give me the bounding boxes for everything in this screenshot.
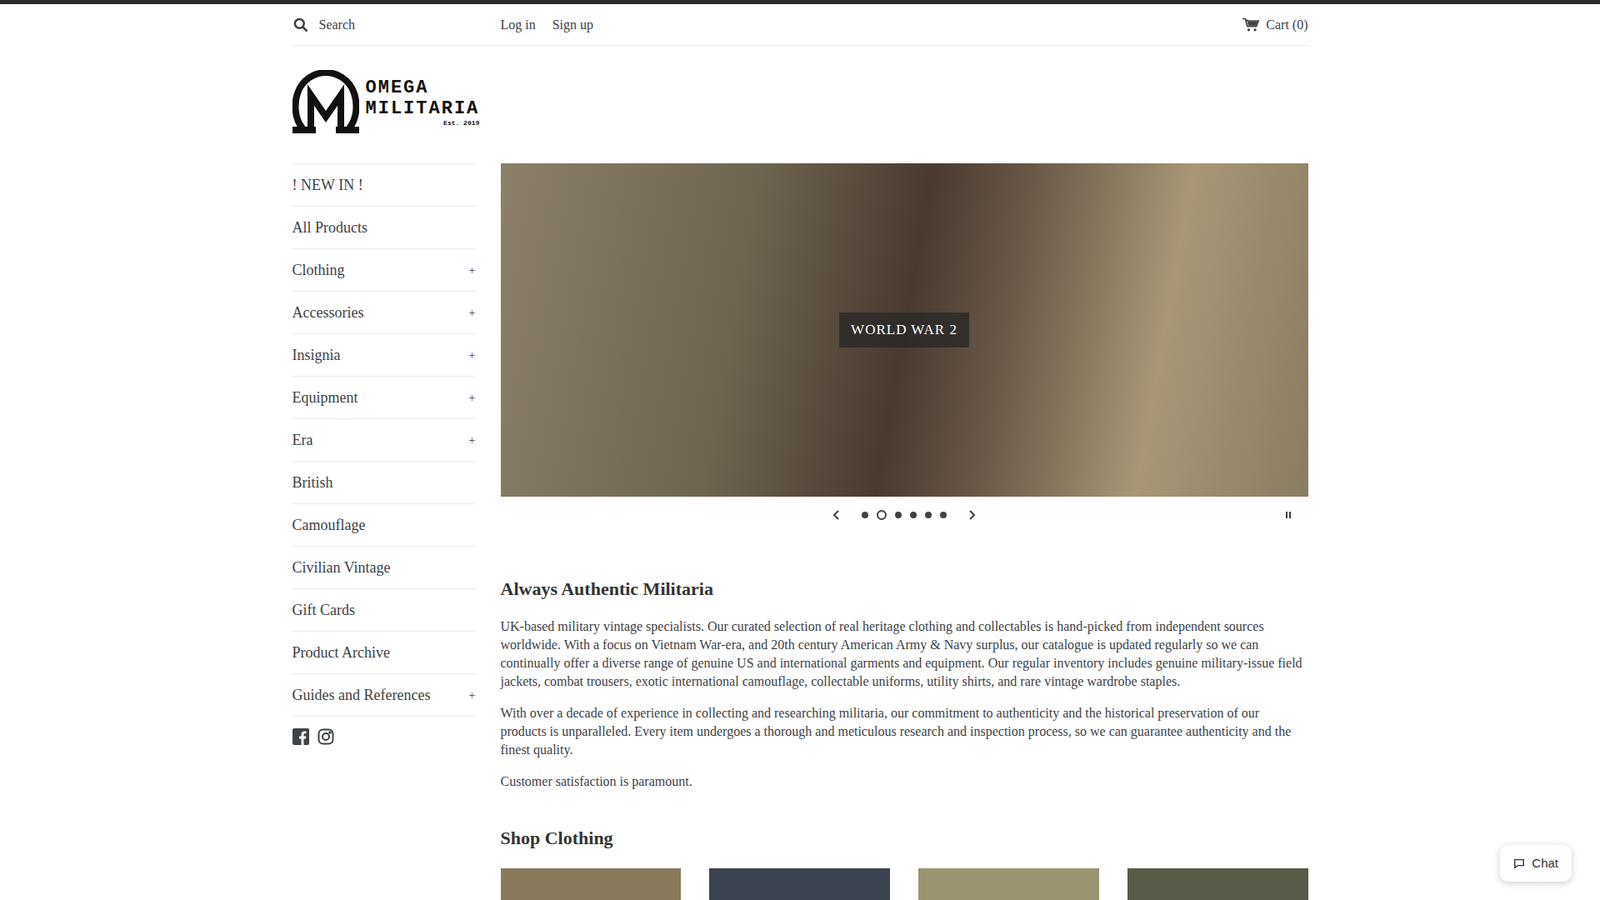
product-tile[interactable]	[709, 868, 890, 900]
sidebar-item[interactable]: ! NEW IN !	[292, 163, 476, 206]
search-icon	[292, 16, 310, 34]
chevron-left-icon[interactable]	[831, 509, 842, 521]
sidebar-item[interactable]: Guides and References+	[292, 673, 476, 716]
sidebar-item[interactable]: Civilian Vintage	[292, 545, 476, 589]
omega-logo-icon	[292, 70, 360, 135]
sidebar-item[interactable]: Equipment+	[292, 375, 476, 419]
main-content: WORLD WAR 2 Always Authentic Militaria UK-…	[500, 163, 1309, 900]
intro-paragraph: Customer satisfaction is paramount.	[500, 772, 1309, 791]
facebook-icon[interactable]	[292, 728, 310, 745]
header-link[interactable]: Log in	[500, 15, 536, 35]
product-tile[interactable]	[1127, 868, 1309, 900]
slide-dot[interactable]	[910, 511, 917, 519]
shop-heading: Shop Clothing	[500, 824, 1309, 852]
intro-heading: Always Authentic Militaria	[500, 575, 1309, 603]
instagram-icon[interactable]	[317, 728, 335, 745]
intro-paragraph: UK-based military vintage specialists. O…	[500, 617, 1309, 691]
expand-icon[interactable]: +	[465, 431, 476, 450]
sidebar-item[interactable]: Camouflage	[292, 503, 476, 546]
expand-icon[interactable]: +	[465, 261, 476, 280]
header: Search Log in Sign up Cart (0)	[292, 4, 1309, 46]
sidebar-item[interactable]: British	[292, 460, 476, 504]
hero-slide[interactable]: WORLD WAR 2	[500, 163, 1309, 497]
intro-paragraph: With over a decade of experience in coll…	[500, 704, 1309, 760]
cart-icon	[1242, 17, 1260, 33]
search-field[interactable]: Search	[292, 15, 476, 35]
cart-link[interactable]: Cart (0)	[1242, 15, 1308, 35]
slide-dot[interactable]	[940, 511, 947, 519]
sidebar: ! NEW IN !All ProductsClothing+Accessori…	[292, 163, 476, 900]
slide-dot[interactable]	[895, 511, 902, 519]
expand-icon[interactable]: +	[465, 346, 476, 365]
slide-dot[interactable]	[861, 511, 869, 519]
slideshow-controls	[500, 496, 1309, 534]
hero-caption[interactable]: WORLD WAR 2	[839, 312, 970, 348]
header-link[interactable]: Sign up	[552, 15, 594, 35]
intro: Always Authentic Militaria UK-based milit…	[500, 533, 1309, 805]
product-tile[interactable]	[500, 868, 682, 900]
expand-icon[interactable]: +	[465, 304, 476, 322]
sidebar-item[interactable]: Accessories+	[292, 290, 476, 334]
expand-icon[interactable]: +	[465, 389, 476, 407]
chat-icon	[1513, 857, 1525, 870]
logo[interactable]: OMEGAMILITARIAEst. 2019	[292, 45, 1309, 164]
sidebar-item[interactable]: All Products	[292, 205, 476, 249]
page: Search Log in Sign up Cart (0) OMEGAMILITARI…	[0, 0, 1600, 900]
sidebar-item[interactable]: Insignia+	[292, 333, 476, 376]
slide-dot[interactable]	[925, 511, 932, 519]
sidebar-item[interactable]: Product Archive	[292, 630, 476, 674]
sidebar-item[interactable]: Clothing+	[292, 248, 476, 291]
slide-dot[interactable]	[876, 510, 887, 520]
pause-icon[interactable]	[1285, 510, 1292, 520]
chat-button[interactable]: Chat	[1500, 845, 1572, 883]
chevron-right-icon[interactable]	[966, 509, 977, 521]
product-tile[interactable]	[918, 868, 1100, 900]
sidebar-item[interactable]: Era+	[292, 418, 476, 461]
expand-icon[interactable]: +	[465, 686, 476, 705]
sidebar-item[interactable]: Gift Cards	[292, 588, 476, 631]
